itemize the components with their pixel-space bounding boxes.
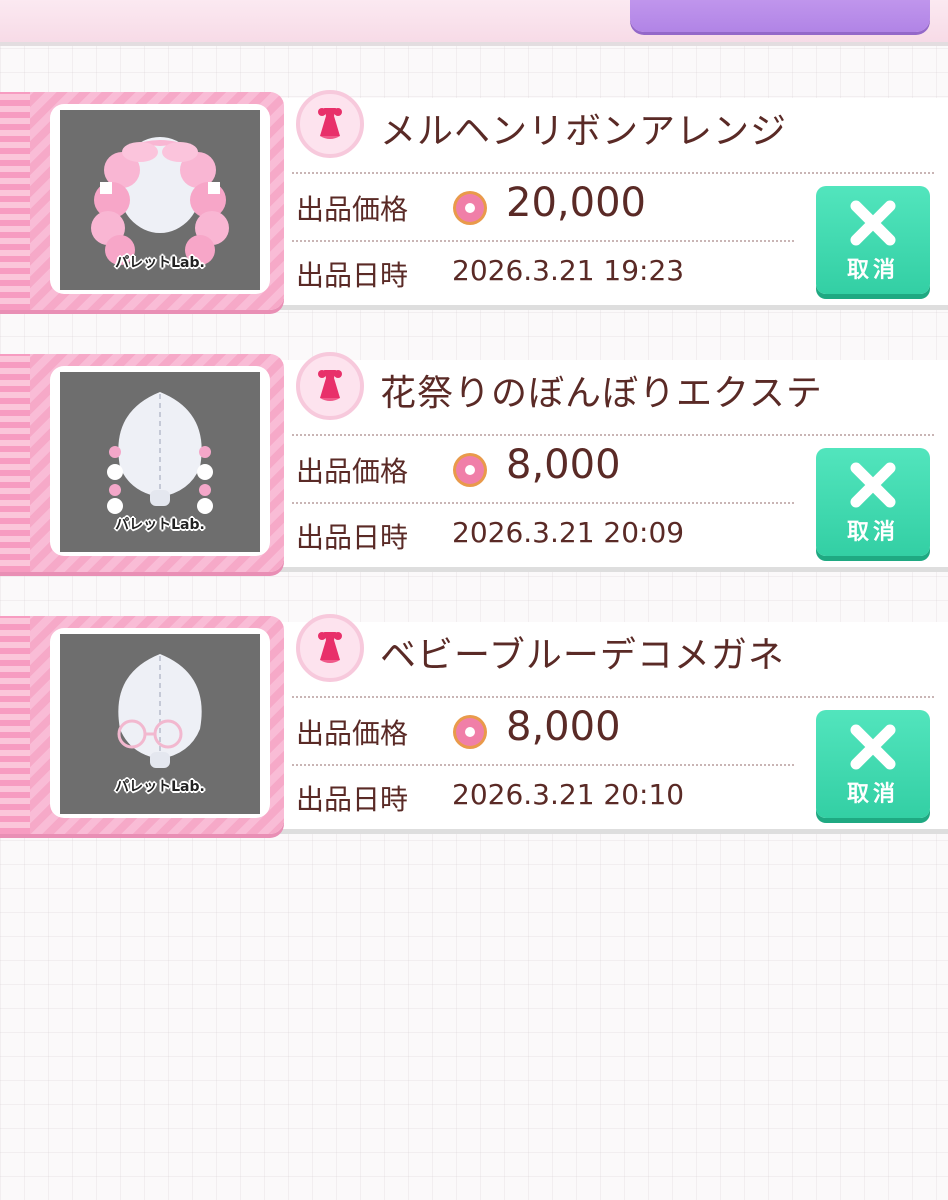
price-value: 8,000: [506, 704, 621, 750]
listing-row: パレットLab. 花祭りのぼんぼりエクステ 出品価格 8,000 出品日時 20…: [0, 352, 948, 574]
close-x-icon: [850, 724, 896, 770]
item-thumbnail[interactable]: パレットLab.: [50, 628, 270, 818]
frame-edge: [0, 92, 30, 310]
date-value: 2026.3.21 19:23: [452, 254, 685, 287]
dress-icon: [296, 614, 364, 682]
close-x-icon: [850, 200, 896, 246]
date-value: 2026.3.21 20:09: [452, 516, 685, 549]
price-label: 出品価格: [296, 717, 409, 750]
frame-edge: [0, 616, 30, 834]
item-thumbnail[interactable]: パレットLab.: [50, 104, 270, 294]
price-label: 出品価格: [296, 455, 409, 488]
dress-icon: [296, 352, 364, 420]
thumbnail-image: パレットLab.: [60, 634, 260, 814]
date-label: 出品日時: [296, 259, 409, 292]
cancel-button-label: 取消: [846, 258, 899, 283]
divider: [292, 172, 934, 174]
close-x-icon: [850, 462, 896, 508]
frame-edge: [0, 354, 30, 572]
date-label: 出品日時: [296, 783, 409, 816]
price-value: 20,000: [506, 180, 646, 226]
divider: [292, 764, 794, 766]
cancel-button-label: 取消: [846, 520, 899, 545]
thumbnail-watermark: パレットLab.: [115, 255, 205, 271]
listing-row: パレットLab. メルヘンリボンアレンジ 出品価格 20,000 出品日時 20…: [0, 90, 948, 312]
thumbnail-frame: パレットLab.: [0, 616, 284, 834]
item-name: メルヘンリボンアレンジ: [380, 111, 788, 152]
divider: [292, 502, 794, 504]
listing-row: パレットLab. ベビーブルーデコメガネ 出品価格 8,000 出品日時 202…: [0, 614, 948, 836]
cancel-button-label: 取消: [846, 782, 899, 807]
dress-icon: [296, 90, 364, 158]
item-name: 花祭りのぼんぼりエクステ: [380, 373, 823, 414]
cancel-button[interactable]: 取消: [816, 710, 930, 818]
thumbnail-frame: パレットLab.: [0, 92, 284, 310]
top-action-button[interactable]: [630, 0, 930, 32]
divider: [292, 240, 794, 242]
item-name: ベビーブルーデコメガネ: [380, 635, 785, 676]
divider: [292, 696, 934, 698]
divider: [292, 434, 934, 436]
cancel-button[interactable]: 取消: [816, 448, 930, 556]
thumbnail-watermark: パレットLab.: [115, 779, 205, 795]
price-value: 8,000: [506, 442, 621, 488]
price-label: 出品価格: [296, 193, 409, 226]
top-bar: [0, 0, 948, 46]
donut-icon: [450, 450, 490, 494]
donut-icon: [450, 188, 490, 232]
thumbnail-frame: パレットLab.: [0, 354, 284, 572]
item-thumbnail[interactable]: パレットLab.: [50, 366, 270, 556]
date-value: 2026.3.21 20:10: [452, 778, 685, 811]
thumbnail-image: パレットLab.: [60, 110, 260, 290]
date-label: 出品日時: [296, 521, 409, 554]
thumbnail-image: パレットLab.: [60, 372, 260, 552]
cancel-button[interactable]: 取消: [816, 186, 930, 294]
donut-icon: [450, 712, 490, 756]
thumbnail-watermark: パレットLab.: [115, 517, 205, 533]
